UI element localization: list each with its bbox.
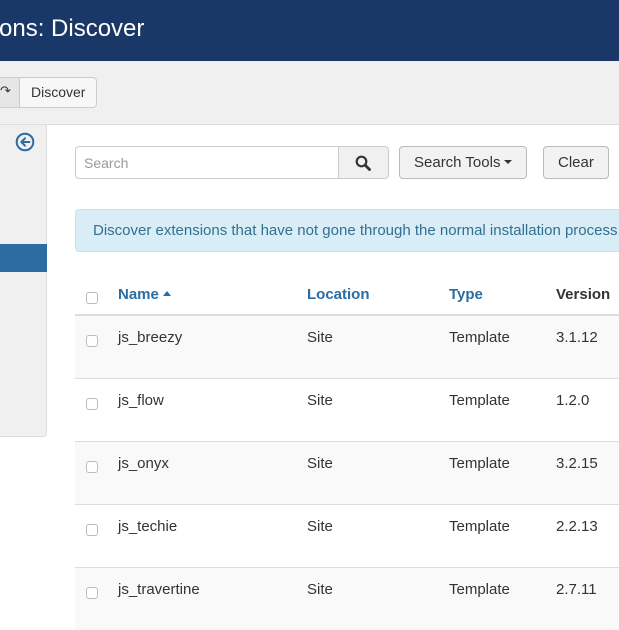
search-group [75, 146, 389, 179]
cell-name: js_breezy [118, 329, 183, 346]
sort-ascending-icon [162, 290, 171, 296]
column-header-version: Version [556, 286, 611, 303]
select-all-checkbox[interactable] [86, 292, 98, 304]
cell-location: Site [307, 518, 333, 535]
table-row: js_techie Site Template 2.2.13 [75, 504, 619, 567]
table-row: js_onyx Site Template 3.2.15 [75, 441, 619, 504]
extensions-table: Name Location Type Version js_breezy Sit… [75, 270, 619, 630]
cell-name: js_techie [118, 518, 178, 535]
table-row: js_breezy Site Template 3.1.12 [75, 315, 619, 378]
row-checkbox[interactable] [86, 587, 98, 599]
toolbar: ↷ Discover [0, 61, 619, 125]
cell-location: Site [307, 581, 333, 598]
search-input[interactable] [75, 146, 339, 179]
discover-button[interactable]: Discover [19, 77, 98, 108]
cell-type: Template [449, 329, 510, 346]
table-row: js_travertine Site Template 2.7.11 [75, 567, 619, 630]
sidebar-item-active[interactable] [0, 244, 47, 272]
cell-type: Template [449, 581, 510, 598]
search-button[interactable] [338, 146, 389, 179]
page-title: ons: Discover [0, 15, 145, 42]
cell-type: Template [449, 455, 510, 472]
cell-version: 3.1.12 [556, 329, 598, 346]
column-header-location[interactable]: Location [307, 286, 370, 303]
cell-location: Site [307, 329, 333, 346]
toolbar-prev-button[interactable]: ↷ [0, 77, 20, 108]
cell-type: Template [449, 518, 510, 535]
cell-type: Template [449, 392, 510, 409]
cell-version: 2.7.11 [556, 581, 597, 598]
table-header-row: Name Location Type Version [75, 270, 619, 315]
row-checkbox[interactable] [86, 524, 98, 536]
row-checkbox[interactable] [86, 335, 98, 347]
search-tools-button[interactable]: Search Tools [399, 146, 528, 179]
page-header: ons: Discover [0, 0, 619, 61]
sidebar [0, 125, 47, 437]
clear-button[interactable]: Clear [543, 146, 609, 179]
cell-name: js_onyx [118, 455, 169, 472]
cell-version: 2.2.13 [556, 518, 598, 535]
caret-down-icon [504, 160, 513, 165]
row-checkbox[interactable] [86, 461, 98, 473]
cell-name: js_travertine [118, 581, 200, 598]
cell-version: 3.2.15 [556, 455, 598, 472]
cell-version: 1.2.0 [556, 392, 590, 409]
row-checkbox[interactable] [86, 398, 98, 410]
redo-icon: ↷ [0, 83, 11, 98]
cell-location: Site [307, 455, 333, 472]
column-header-name[interactable]: Name [118, 286, 171, 303]
search-icon [355, 155, 371, 171]
cell-location: Site [307, 392, 333, 409]
column-header-name-label: Name [118, 286, 159, 303]
arrow-circle-left-icon[interactable] [15, 132, 35, 152]
column-header-type[interactable]: Type [449, 286, 483, 303]
cell-name: js_flow [118, 392, 164, 409]
table-row: js_flow Site Template 1.2.0 [75, 378, 619, 441]
info-alert: Discover extensions that have not gone t… [75, 209, 619, 252]
search-tools-label: Search Tools [414, 154, 501, 171]
